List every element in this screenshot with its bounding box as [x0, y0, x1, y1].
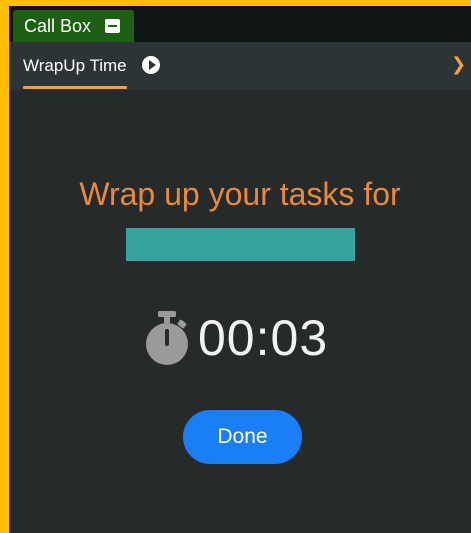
tab-bar: WrapUp Time ❯ — [9, 42, 471, 90]
call-box-tab[interactable]: Call Box — [13, 10, 134, 42]
tab-wrapup-time[interactable]: WrapUp Time — [16, 42, 134, 90]
minimize-icon[interactable] — [105, 19, 120, 33]
title-bar: Call Box — [9, 6, 471, 42]
redacted-contact-name — [126, 228, 355, 261]
call-box-window: Call Box WrapUp Time ❯ Wrap up your task… — [7, 6, 471, 533]
stopwatch-icon — [142, 309, 192, 367]
call-box-title: Call Box — [24, 15, 92, 36]
play-circle-icon[interactable] — [142, 56, 160, 74]
done-button[interactable]: Done — [183, 410, 302, 464]
wrap-up-timer: 00:03 — [142, 308, 342, 368]
wrap-up-heading: Wrap up your tasks for — [79, 176, 401, 212]
chevron-right-icon[interactable]: ❯ — [451, 54, 466, 75]
active-tab-indicator — [23, 86, 127, 89]
tab-wrapup-time-label: WrapUp Time — [23, 56, 127, 75]
timer-value: 00:03 — [198, 310, 329, 366]
